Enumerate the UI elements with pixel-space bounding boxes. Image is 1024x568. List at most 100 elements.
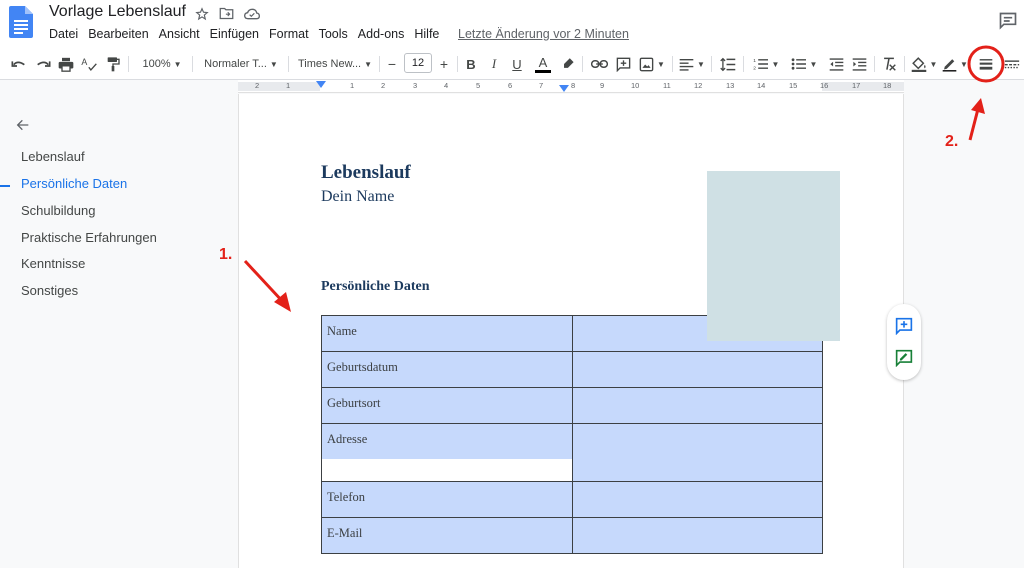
menu-bearbeiten[interactable]: Bearbeiten bbox=[88, 27, 148, 41]
document-outline: Lebenslauf Persönliche Daten Schulbildun… bbox=[0, 93, 238, 568]
paint-format-icon[interactable] bbox=[104, 54, 122, 74]
last-edit-link[interactable]: Letzte Änderung vor 2 Minuten bbox=[458, 27, 629, 41]
menu-add-ons[interactable]: Add-ons bbox=[358, 27, 405, 41]
document-page[interactable]: Lebenslauf Dein Name Persönliche Daten N… bbox=[238, 94, 904, 568]
move-folder-icon[interactable] bbox=[218, 5, 235, 22]
font-family-dropdown[interactable]: Times New... ▼ bbox=[296, 54, 374, 74]
chevron-down-icon: ▼ bbox=[269, 59, 278, 69]
insert-link-icon[interactable] bbox=[590, 54, 608, 74]
document-title[interactable]: Vorlage Lebenslauf bbox=[49, 3, 186, 21]
outline-item-lebenslauf[interactable]: Lebenslauf bbox=[21, 149, 85, 164]
section-heading[interactable]: Persönliche Daten bbox=[321, 279, 429, 295]
decrease-font-size-button[interactable]: − bbox=[384, 54, 400, 74]
chevron-down-icon: ▼ bbox=[697, 59, 705, 69]
highlight-pen-icon[interactable] bbox=[560, 54, 576, 74]
outline-item-kenntnisse[interactable]: Kenntnisse bbox=[21, 256, 85, 271]
redo-icon[interactable] bbox=[34, 54, 52, 74]
insert-image-dropdown[interactable]: ▼ bbox=[638, 54, 666, 74]
menu-einfuegen[interactable]: Einfügen bbox=[210, 27, 259, 41]
table-cell-empty[interactable] bbox=[321, 458, 573, 482]
print-icon[interactable] bbox=[57, 54, 75, 74]
document-name-line[interactable]: Dein Name bbox=[321, 188, 394, 206]
outline-item-persoenliche-daten[interactable]: Persönliche Daten bbox=[21, 176, 127, 191]
suggest-edit-icon[interactable] bbox=[895, 349, 913, 368]
text-color-swatch bbox=[535, 69, 551, 73]
border-color-dropdown[interactable]: ▼ bbox=[942, 54, 968, 74]
table-row: Geburtsort bbox=[321, 387, 824, 424]
zoom-value: 100% bbox=[142, 58, 171, 70]
table-cell-value[interactable] bbox=[571, 351, 824, 388]
outline-item-schulbildung[interactable]: Schulbildung bbox=[21, 203, 95, 218]
menu-tools[interactable]: Tools bbox=[319, 27, 348, 41]
document-heading[interactable]: Lebenslauf bbox=[321, 162, 411, 184]
paragraph-style-value: Normaler T... bbox=[204, 58, 267, 70]
menu-format[interactable]: Format bbox=[269, 27, 309, 41]
paragraph-style-dropdown[interactable]: Normaler T... ▼ bbox=[200, 54, 282, 74]
horizontal-ruler[interactable]: 2 1 1 2 3 4 5 6 7 8 9 10 11 12 13 14 15 … bbox=[238, 80, 904, 93]
pencil-icon bbox=[942, 59, 957, 72]
table-cell-value[interactable] bbox=[571, 423, 824, 482]
arrow-back-icon[interactable] bbox=[15, 117, 31, 138]
right-indent-marker[interactable] bbox=[559, 85, 569, 92]
spellcheck-icon[interactable]: A bbox=[80, 54, 98, 74]
table-cell-label[interactable]: Telefon bbox=[321, 481, 573, 518]
bold-button[interactable]: B bbox=[463, 54, 479, 74]
add-comment-icon[interactable] bbox=[895, 317, 913, 336]
numbered-list-dropdown[interactable]: 1 2 ▼ bbox=[751, 54, 781, 74]
ruler-number: 16 bbox=[820, 81, 829, 90]
ruler-number: 17 bbox=[852, 81, 861, 90]
border-width-icon[interactable] bbox=[977, 54, 995, 74]
photo-placeholder[interactable] bbox=[707, 171, 840, 341]
clear-formatting-icon[interactable] bbox=[880, 54, 898, 74]
outline-item-sonstiges[interactable]: Sonstiges bbox=[21, 283, 78, 298]
increase-font-size-button[interactable]: + bbox=[436, 54, 452, 74]
chevron-down-icon: ▼ bbox=[929, 59, 938, 69]
add-comment-icon[interactable] bbox=[614, 54, 632, 74]
annotation-arrow-2 bbox=[968, 98, 985, 141]
menu-hilfe[interactable]: Hilfe bbox=[414, 27, 439, 41]
ruler-number: 1 bbox=[350, 81, 355, 90]
menu-ansicht[interactable]: Ansicht bbox=[159, 27, 200, 41]
table-cell-value[interactable] bbox=[571, 481, 824, 518]
table-cell-label[interactable]: Adresse bbox=[321, 423, 573, 459]
table-cell-value[interactable] bbox=[571, 517, 824, 554]
star-icon[interactable] bbox=[193, 5, 210, 22]
text-color-button[interactable]: A bbox=[533, 54, 553, 74]
ruler-number: 10 bbox=[631, 81, 640, 90]
menu-datei[interactable]: Datei bbox=[49, 27, 78, 41]
bulleted-list-dropdown[interactable]: ▼ bbox=[789, 54, 819, 74]
personal-data-table[interactable]: Name Geburtsdatum Geburtsort Adresse Tel… bbox=[321, 315, 824, 554]
border-dash-icon[interactable] bbox=[1003, 54, 1021, 74]
ruler-number: 12 bbox=[694, 81, 703, 90]
chevron-down-icon: ▼ bbox=[960, 59, 968, 69]
outline-item-praktische-erfahrungen[interactable]: Praktische Erfahrungen bbox=[21, 230, 157, 245]
cloud-status-icon[interactable] bbox=[243, 5, 260, 22]
docs-logo-icon[interactable] bbox=[9, 6, 33, 38]
zoom-dropdown[interactable]: 100% ▼ bbox=[138, 54, 186, 74]
table-row: Telefon bbox=[321, 481, 824, 518]
chevron-down-icon: ▼ bbox=[173, 59, 182, 69]
decrease-indent-icon[interactable] bbox=[827, 54, 845, 74]
increase-indent-icon[interactable] bbox=[850, 54, 868, 74]
align-dropdown[interactable]: ▼ bbox=[679, 54, 705, 74]
ruler-number: 6 bbox=[508, 81, 513, 90]
underline-button[interactable]: U bbox=[509, 54, 525, 74]
cell-background-color-dropdown[interactable]: ▼ bbox=[910, 54, 938, 74]
italic-button[interactable]: I bbox=[486, 54, 502, 74]
comments-icon[interactable] bbox=[998, 11, 1018, 31]
annotation-label-2: 2. bbox=[945, 133, 959, 150]
font-size-input[interactable]: 12 bbox=[404, 53, 432, 73]
table-cell-label[interactable]: Geburtsdatum bbox=[321, 351, 573, 388]
table-cell-label[interactable]: E-Mail bbox=[321, 517, 573, 554]
numbered-list-icon: 12 bbox=[753, 58, 768, 71]
table-cell-label[interactable]: Geburtsort bbox=[321, 387, 573, 424]
table-cell-value[interactable] bbox=[571, 387, 824, 424]
left-indent-marker[interactable] bbox=[316, 81, 326, 88]
undo-icon[interactable] bbox=[10, 54, 28, 74]
bulleted-list-icon bbox=[791, 58, 806, 70]
table-cell-label[interactable]: Name bbox=[321, 315, 573, 352]
line-spacing-icon[interactable] bbox=[719, 54, 737, 74]
ruler-number: 7 bbox=[539, 81, 544, 90]
annotation-label-1: 1. bbox=[219, 246, 233, 263]
ruler-number: 9 bbox=[600, 81, 605, 90]
